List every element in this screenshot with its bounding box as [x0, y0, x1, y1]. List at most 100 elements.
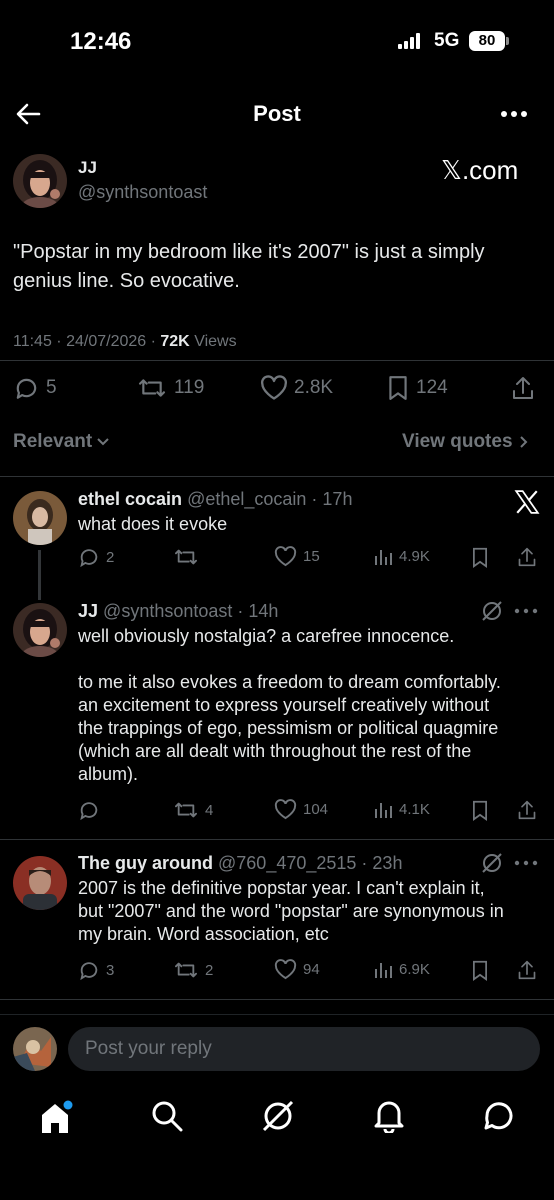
like-count: 104 [303, 801, 329, 818]
messages-icon[interactable] [482, 1099, 516, 1133]
share-icon[interactable] [517, 546, 537, 568]
reply-composer-input[interactable]: Post your reply [68, 1027, 540, 1071]
like-count: 94 [303, 961, 320, 978]
reply-text: 2007 is the definitive popstar year. I c… [78, 877, 548, 946]
sort-dropdown[interactable]: Relevant [13, 431, 110, 453]
more-options-icon[interactable] [514, 860, 538, 866]
x-watermark: 𝕏.com [441, 155, 519, 185]
like-button[interactable]: 15 [274, 546, 320, 567]
views-button[interactable]: 6.9K [373, 959, 430, 979]
views-count: 4.1K [399, 800, 430, 818]
status-bar: 12:46 5G 80 [0, 0, 554, 80]
reply-header: The guy around @760_470_2515 · 23h [78, 853, 403, 873]
reply-button[interactable]: 3 [78, 959, 114, 981]
notifications-bell-icon[interactable] [373, 1099, 405, 1133]
grok-icon[interactable] [481, 852, 503, 874]
post-author-name[interactable]: JJ [78, 158, 97, 178]
reply-icon [78, 546, 100, 568]
share-icon[interactable] [517, 799, 537, 821]
bookmark-icon[interactable] [471, 960, 489, 981]
avatar[interactable] [13, 856, 67, 910]
reply-text-line: (which are all dealt with throughout the… [78, 741, 472, 761]
repost-button[interactable] [173, 546, 205, 568]
share-icon[interactable] [517, 959, 537, 981]
sort-label: Relevant [13, 431, 93, 452]
post-meta: 11:45 · 24/07/2026 · 72K Views [13, 333, 237, 350]
reply-author-handle[interactable]: @ethel_cocain [187, 489, 306, 509]
avatar[interactable] [13, 1027, 57, 1071]
divider [0, 839, 554, 840]
reply-age: 14h [248, 601, 279, 621]
view-quotes-link[interactable]: View quotes [402, 431, 529, 453]
share-icon[interactable] [511, 375, 535, 401]
repost-button[interactable]: 4 [173, 799, 213, 821]
avatar[interactable] [13, 154, 67, 208]
reply-button[interactable] [78, 799, 106, 821]
battery-icon: 80 [469, 31, 505, 51]
grok-icon[interactable] [481, 600, 503, 622]
avatar[interactable] [13, 491, 67, 545]
views-count: 4.9K [399, 547, 430, 565]
chevron-right-icon [519, 435, 529, 449]
repost-icon [136, 375, 168, 401]
home-icon[interactable] [40, 1099, 74, 1135]
repost-button[interactable]: 2 [173, 959, 213, 981]
reply-text-line: album). [78, 764, 139, 784]
thread-line [38, 550, 41, 600]
repost-icon [173, 546, 199, 568]
heart-icon [274, 959, 297, 980]
views-icon [373, 959, 393, 979]
views-icon [373, 799, 393, 819]
more-options-icon[interactable] [514, 608, 538, 614]
bookmark-icon [386, 375, 410, 401]
repost-icon [173, 799, 199, 821]
reply-icon [78, 959, 100, 981]
bookmark-button[interactable]: 124 [386, 375, 448, 401]
bookmark-icon[interactable] [471, 800, 489, 821]
repost-count: 119 [174, 377, 205, 398]
reply-text-line: an excitement to express yourself creati… [78, 695, 490, 715]
reply-author-name[interactable]: The guy around [78, 853, 213, 873]
repost-button[interactable]: 119 [136, 375, 204, 401]
reply-age: 17h [322, 489, 353, 509]
reply-button[interactable]: 5 [13, 375, 57, 401]
views-button[interactable]: 4.1K [373, 799, 430, 819]
reply-author-handle[interactable]: @synthsontoast [103, 601, 232, 621]
reply-author-handle[interactable]: @760_470_2515 [218, 853, 356, 873]
like-button[interactable]: 2.8K [260, 375, 333, 401]
reply-text-line: my brain. Word association, etc [78, 924, 329, 944]
reply-text-line: to me it also evokes a freedom to dream … [78, 672, 501, 692]
grok-icon[interactable] [261, 1099, 295, 1133]
reply-icon [13, 375, 40, 401]
like-button[interactable]: 104 [274, 799, 328, 820]
reply-author-name[interactable]: ethel cocain [78, 489, 182, 509]
reply-header: JJ @synthsontoast · 14h [78, 601, 279, 621]
battery-tip [506, 37, 509, 45]
reply-text-line [78, 648, 548, 671]
post-author-handle[interactable]: @synthsontoast [78, 182, 207, 203]
like-button[interactable]: 94 [274, 959, 320, 980]
reply-header: ethel cocain @ethel_cocain · 17h [78, 489, 353, 509]
post-views-label: Views [194, 333, 237, 350]
page-title: Post [253, 101, 301, 126]
reply-text-line: but "2007" and the word "popstar" are sy… [78, 901, 504, 921]
heart-icon [274, 799, 297, 820]
post-date: 24/07/2026 [66, 333, 147, 350]
avatar[interactable] [13, 603, 67, 657]
reply-button[interactable]: 2 [78, 546, 114, 568]
post-text: "Popstar in my bedroom like it's 2007" i… [13, 241, 485, 292]
views-icon [373, 546, 393, 566]
search-icon[interactable] [151, 1100, 183, 1132]
reply-text-line: well obviously nostalgia? a carefree inn… [78, 626, 455, 646]
reply-count: 5 [46, 377, 57, 398]
heart-icon [274, 546, 297, 567]
view-quotes-label: View quotes [402, 431, 513, 452]
post-views-count[interactable]: 72K [160, 333, 189, 350]
bookmark-icon[interactable] [471, 547, 489, 568]
more-options-icon[interactable] [500, 110, 528, 118]
views-button[interactable]: 4.9K [373, 546, 430, 566]
reply-author-name[interactable]: JJ [78, 601, 98, 621]
composer-top-border [0, 1014, 554, 1015]
reply-text-line: 2007 is the definitive popstar year. I c… [78, 878, 485, 898]
post-time: 11:45 [13, 333, 52, 350]
